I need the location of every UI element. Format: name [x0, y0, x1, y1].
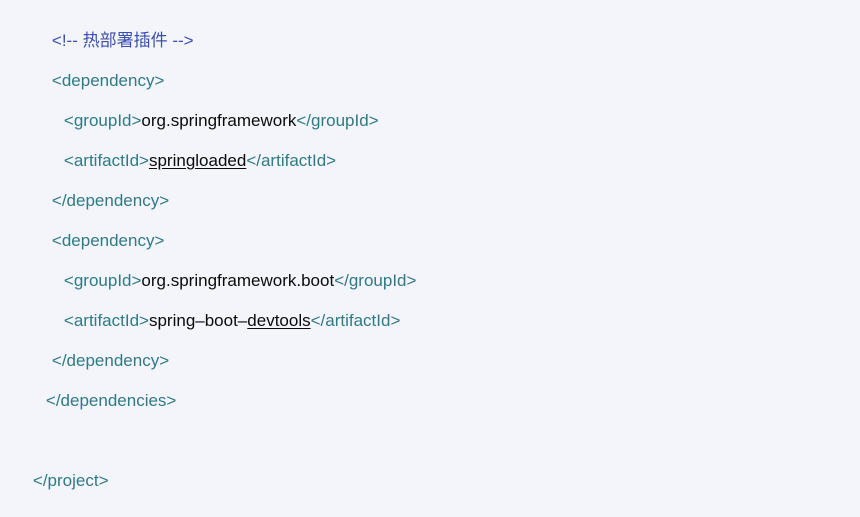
project-close-tag: </project>	[32, 471, 109, 490]
artifactid-close-tag: </artifactId>	[310, 311, 401, 330]
code-view: <!-- 热部署插件 --> <dependency> <groupId>org…	[0, 0, 860, 490]
code-line-project-close: </project>	[14, 445, 109, 490]
code-line-dependency-close: </dependency>	[33, 325, 169, 370]
code-line-groupid: <groupId>org.springframework</groupId>	[45, 85, 379, 130]
code-line-groupid: <groupId>org.springframework.boot</group…	[45, 245, 417, 290]
code-line-artifactid: <artifactId>spring–boot–devtools</artifa…	[45, 285, 400, 330]
code-line-artifactid: <artifactId>springloaded</artifactId>	[45, 125, 336, 170]
artifactid-close-tag: </artifactId>	[246, 151, 337, 170]
code-line-comment: <!-- 热部署插件 -->	[33, 5, 194, 50]
code-line-dependencies-close: </dependencies>	[27, 365, 176, 410]
code-line-dependency-open: <dependency>	[33, 45, 165, 90]
dependencies-close-tag: </dependencies>	[45, 391, 177, 410]
code-line-dependency-open: <dependency>	[33, 205, 165, 250]
artifactid-value-underlined: devtools	[247, 311, 311, 330]
code-line-dependency-close: </dependency>	[33, 165, 169, 210]
